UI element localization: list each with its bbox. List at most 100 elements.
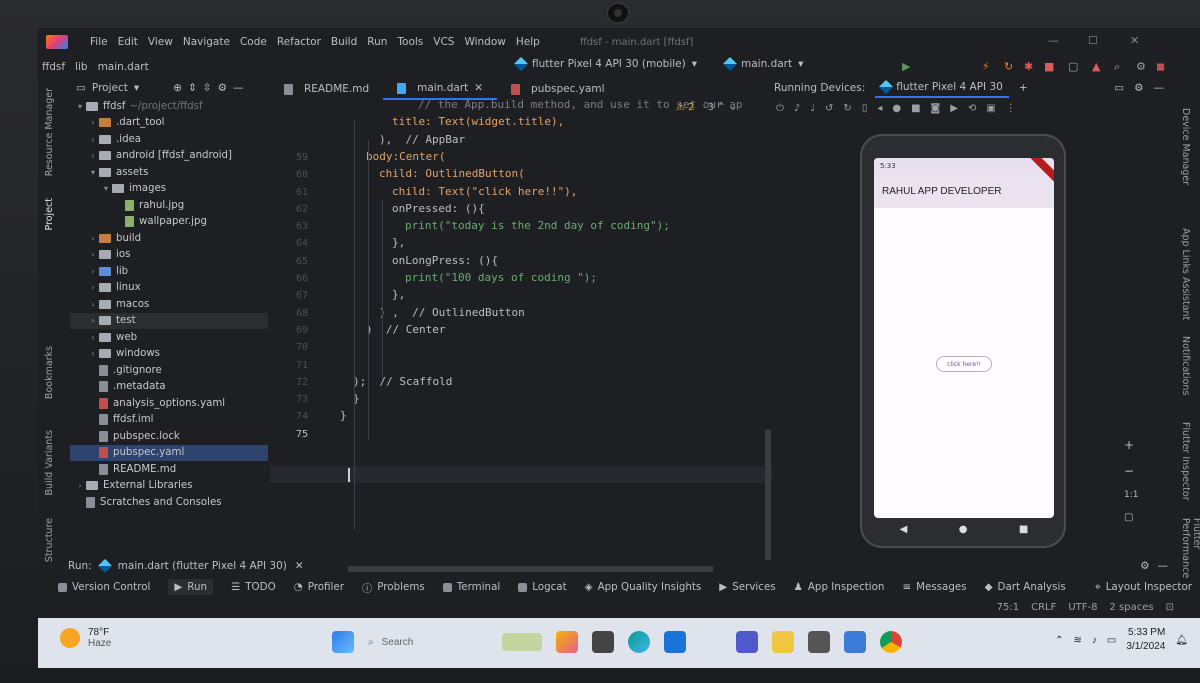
options-gear-icon[interactable]: ⚙ — [218, 82, 227, 94]
tree-item[interactable]: › .idea — [70, 131, 268, 148]
run-icon[interactable]: ▶ — [902, 60, 910, 73]
app-links-assistant-tab[interactable]: App Links Assistant — [1180, 228, 1191, 320]
fold-icon[interactable]: ▯ — [862, 103, 868, 114]
power-icon[interactable]: ⏻ — [776, 103, 784, 114]
chevron-right-icon[interactable]: › — [87, 283, 99, 292]
tab-main-dart[interactable]: main.dart ✕ — [383, 78, 498, 100]
screenshot-icon[interactable]: ◙ — [931, 103, 941, 114]
menu-file[interactable]: File — [90, 36, 108, 48]
menu-edit[interactable]: Edit — [118, 36, 138, 48]
screen-record-icon[interactable]: ▶ — [950, 103, 958, 114]
chevron-right-icon[interactable]: › — [87, 349, 99, 358]
project-view-selector[interactable]: Project — [92, 82, 128, 94]
window-layout-icon[interactable]: ▭ — [1114, 82, 1124, 94]
volume-down-icon[interactable]: ♩ — [810, 103, 815, 114]
breadcrumb-file[interactable]: main.dart — [98, 61, 149, 73]
device-manager-icon[interactable]: ▢ — [1068, 60, 1078, 73]
code-line[interactable]: }, — [392, 288, 405, 301]
code-line[interactable]: onLongPress: (){ — [392, 254, 498, 267]
tree-item[interactable]: › ios — [70, 247, 268, 264]
build-variants-tab[interactable]: Build Variants — [44, 430, 55, 496]
clock[interactable]: 5:33 PM 3/1/2024 — [1126, 626, 1165, 654]
device-manager-tab[interactable]: Device Manager — [1180, 108, 1191, 185]
file-explorer-icon[interactable] — [772, 631, 794, 653]
close-tab-icon[interactable]: ✕ — [474, 82, 483, 94]
breadcrumb-lib[interactable]: lib — [75, 61, 88, 73]
chevron-down-icon[interactable]: ▾ — [100, 184, 112, 193]
chevron-right-icon[interactable]: › — [87, 267, 99, 276]
code-line[interactable]: onPressed: (){ — [392, 202, 485, 215]
tool-terminal[interactable]: Terminal — [442, 581, 500, 593]
indent-setting[interactable]: 2 spaces — [1110, 602, 1154, 613]
more-icon[interactable]: ⋮ — [1006, 103, 1016, 114]
chevron-up-icon[interactable]: ⌃ — [717, 102, 725, 113]
code-line[interactable]: body:Center( — [366, 150, 445, 163]
zoom-actual-size[interactable]: 1:1 — [1124, 490, 1138, 500]
tree-item[interactable]: › lib — [70, 263, 268, 280]
bookmarks-tab[interactable]: Bookmarks — [44, 346, 55, 399]
tool-profiler[interactable]: ◔ Profiler — [294, 581, 344, 593]
tree-item[interactable]: analysis_options.yaml — [70, 395, 268, 412]
weather-widget[interactable]: 78°F Haze — [60, 627, 111, 649]
avatar[interactable]: ◼ — [1156, 60, 1165, 73]
chevron-right-icon[interactable]: › — [87, 300, 99, 309]
code-line[interactable]: print("100 days of coding "); — [405, 271, 597, 284]
zoom-in-icon[interactable]: + — [1124, 438, 1138, 452]
snapshot-icon[interactable]: ⟲ — [968, 103, 976, 114]
teams-icon[interactable] — [736, 631, 758, 653]
close-icon[interactable]: ✕ — [1130, 34, 1139, 47]
expand-all-icon[interactable]: ⇳ — [203, 82, 212, 94]
tree-item[interactable]: › build — [70, 230, 268, 247]
tool-version-control[interactable]: Version Control — [58, 581, 150, 593]
options-gear-icon[interactable]: ⚙ — [1134, 82, 1143, 94]
code-editor[interactable]: 59 60 61 62 63 64 65 66 67 68 69 70 71 72 73 74 75 // th… — [270, 98, 808, 572]
zoom-fit-icon[interactable]: ▢ — [1124, 512, 1138, 523]
config-selector[interactable]: main.dart — [741, 58, 792, 70]
tree-item[interactable]: README.md — [70, 461, 268, 478]
caret-position[interactable]: 75:1 — [997, 602, 1019, 613]
stop-icon[interactable]: ■ — [1044, 60, 1054, 73]
menu-tools[interactable]: Tools — [397, 36, 423, 48]
breadcrumb-project[interactable]: ffdsf — [42, 61, 65, 73]
menu-build[interactable]: Build — [331, 36, 357, 48]
tree-item[interactable]: rahul.jpg — [70, 197, 268, 214]
tree-item[interactable]: › web — [70, 329, 268, 346]
phone-home-icon[interactable]: ● — [959, 524, 968, 535]
phone-recents-icon[interactable]: ■ — [1019, 524, 1028, 535]
chevron-right-icon[interactable]: › — [87, 250, 99, 259]
chevron-right-icon[interactable]: › — [74, 481, 86, 490]
settings-gear-icon[interactable]: ⚙ — [1136, 60, 1146, 73]
search-icon[interactable]: ⌕ — [1114, 60, 1120, 74]
code-line[interactable]: } — [340, 409, 347, 422]
notifications-tab[interactable]: Notifications — [1180, 336, 1191, 395]
code-line[interactable]: ) , // OutlinedButton — [379, 306, 525, 319]
taskbar-search[interactable]: ⌕ Search — [368, 630, 488, 654]
outlined-button[interactable]: click here!! — [936, 356, 992, 372]
tree-item[interactable]: wallpaper.jpg — [70, 214, 268, 231]
line-separator[interactable]: CRLF — [1031, 602, 1056, 613]
rotate-left-icon[interactable]: ↺ — [825, 103, 833, 114]
edge-icon[interactable] — [628, 631, 650, 653]
zoom-out-icon[interactable]: − — [1124, 464, 1138, 478]
menu-window[interactable]: Window — [464, 36, 505, 48]
file-encoding[interactable]: UTF-8 — [1068, 602, 1097, 613]
chevron-down-icon[interactable]: ▾ — [74, 102, 86, 111]
run-config-tab[interactable]: main.dart (flutter Pixel 4 API 30) — [118, 560, 287, 572]
debug-icon[interactable]: ✱ — [1024, 60, 1033, 73]
menu-run[interactable]: Run — [367, 36, 387, 48]
chevron-right-icon[interactable]: › — [87, 316, 99, 325]
code-line[interactable]: print("today is the 2nd day of coding"); — [405, 219, 670, 232]
tree-item[interactable]: ▾ images — [70, 181, 268, 198]
widget-image-icon[interactable] — [502, 633, 542, 651]
phone-screen[interactable]: 5:33 RAHUL APP DEVELOPER click here!! — [874, 158, 1054, 518]
tool-problems[interactable]: ⓘ Problems — [362, 580, 425, 595]
hide-icon[interactable]: — — [1154, 82, 1165, 94]
code-line[interactable]: child: Text("click here!!"), — [392, 185, 577, 198]
chevron-right-icon[interactable]: › — [87, 135, 99, 144]
menu-help[interactable]: Help — [516, 36, 540, 48]
tab-readme[interactable]: README.md — [270, 78, 383, 100]
tool-logcat[interactable]: Logcat — [518, 581, 567, 593]
rotate-right-icon[interactable]: ↻ — [843, 103, 851, 114]
chrome-icon[interactable] — [880, 631, 902, 653]
code-line[interactable]: ) // Center — [366, 323, 445, 336]
